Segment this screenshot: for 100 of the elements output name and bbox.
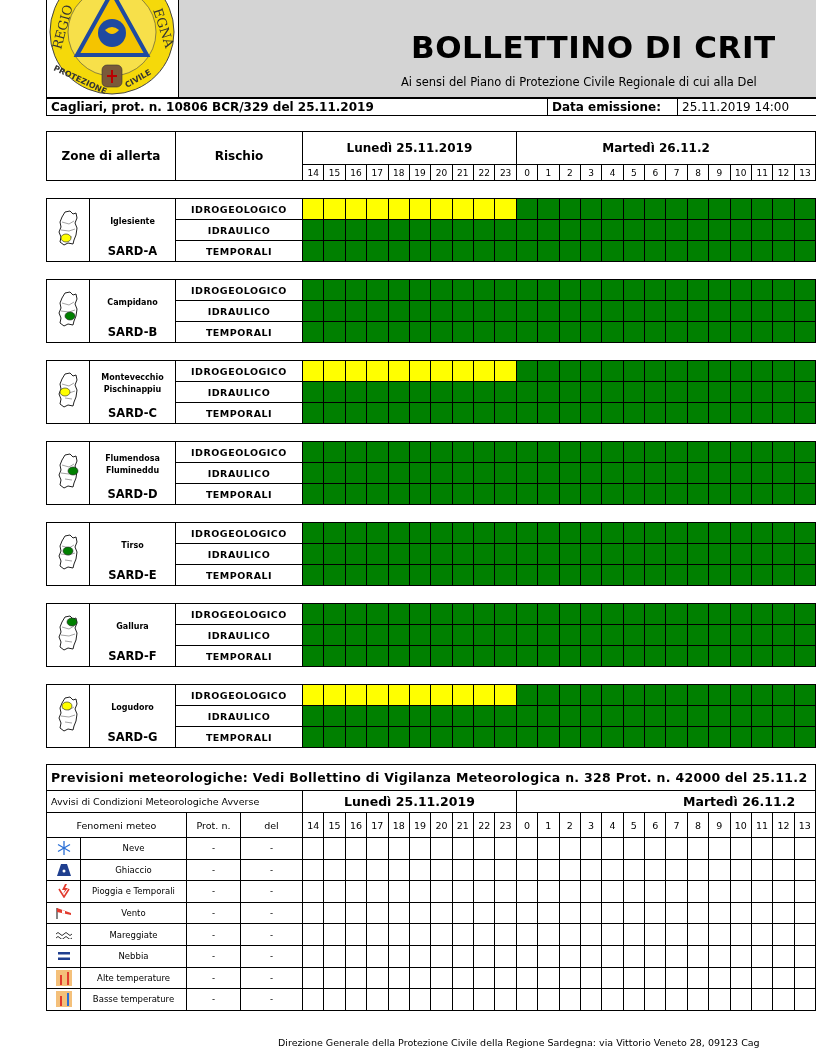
hour-heading: 9 bbox=[708, 164, 731, 181]
hour-heading: 5 bbox=[623, 164, 645, 181]
zone-code: SARD-F bbox=[108, 649, 157, 663]
hour-heading: 18 bbox=[388, 164, 410, 181]
risk-name: IDROGEOLOGICO bbox=[175, 198, 303, 220]
hour-heading: 19 bbox=[409, 812, 431, 838]
hour-heading: 6 bbox=[644, 812, 666, 838]
risk-name: TEMPORALI bbox=[175, 726, 303, 748]
phenomenon-name: Basse temperature bbox=[80, 988, 187, 1011]
hour-heading: 18 bbox=[388, 812, 410, 838]
risk-name: IDRAULICO bbox=[175, 300, 303, 322]
risk-name: IDRAULICO bbox=[175, 219, 303, 241]
zone-name: Tirso bbox=[120, 539, 145, 552]
hour-heading: 22 bbox=[473, 812, 495, 838]
protocol-text: Cagliari, prot. n. 10806 BCR/329 del 25.11.2019 bbox=[46, 98, 548, 116]
bulletin-title: BOLLETTINO DI CRIT bbox=[411, 29, 777, 65]
hour-heading: 21 bbox=[452, 164, 474, 181]
risk-name: IDRAULICO bbox=[175, 543, 303, 565]
hour-heading: 1 bbox=[537, 164, 560, 181]
phenomena-heading: Fenomeni meteo bbox=[46, 812, 187, 838]
hour-heading: 22 bbox=[473, 164, 495, 181]
zone-name: Montevecchio Pischinappiu bbox=[100, 372, 165, 395]
risk-name: IDROGEOLOGICO bbox=[175, 279, 303, 301]
date-value: - bbox=[240, 945, 303, 968]
hour-heading: 12 bbox=[772, 164, 795, 181]
phenomenon-name: Nebbia bbox=[80, 945, 187, 968]
date-value: - bbox=[240, 880, 303, 903]
risk-name: IDROGEOLOGICO bbox=[175, 360, 303, 382]
date-value: - bbox=[240, 902, 303, 924]
risk-name: TEMPORALI bbox=[175, 483, 303, 505]
zone-code: SARD-A bbox=[107, 244, 158, 258]
snowflake-icon bbox=[56, 841, 71, 856]
risk-name: IDRAULICO bbox=[175, 705, 303, 727]
region-map-icon bbox=[57, 372, 79, 408]
phenomenon-name: Neve bbox=[80, 837, 187, 860]
zone-code: SARD-G bbox=[107, 730, 158, 744]
hour-heading: 2 bbox=[559, 164, 581, 181]
waves-icon bbox=[55, 930, 72, 939]
region-map-icon bbox=[57, 453, 79, 489]
hour-heading: 17 bbox=[366, 164, 388, 181]
hour-heading: 4 bbox=[601, 164, 624, 181]
risk-name: IDRAULICO bbox=[175, 381, 303, 403]
hour-heading: 14 bbox=[302, 164, 324, 181]
protocol-value: - bbox=[186, 923, 241, 946]
date-value: - bbox=[240, 859, 303, 881]
hour-heading: 14 bbox=[302, 812, 324, 838]
weather-forecast-title: Previsioni meteorologiche: Vedi Bollettino di Vigilanza Meteorologica n. 328 Prot. n. 42000 del 25.11.2 bbox=[46, 764, 816, 791]
phenomenon-name: Alte temperature bbox=[80, 967, 187, 989]
risk-name: TEMPORALI bbox=[175, 402, 303, 424]
hour-heading: 15 bbox=[323, 164, 346, 181]
zone-code: SARD-B bbox=[107, 325, 158, 339]
hour-heading: 3 bbox=[580, 164, 602, 181]
date-value: - bbox=[240, 988, 303, 1011]
zone-name: Campidano bbox=[106, 296, 159, 309]
zone-code: SARD-E bbox=[108, 568, 157, 582]
hour-heading: 20 bbox=[430, 164, 453, 181]
protocol-value: - bbox=[186, 837, 241, 860]
day-heading: Lunedì 25.11.2019 bbox=[302, 790, 517, 813]
zone-code: SARD-C bbox=[108, 406, 157, 420]
hour-heading: 6 bbox=[644, 164, 666, 181]
risk-name: IDROGEOLOGICO bbox=[175, 441, 303, 463]
hour-heading: 10 bbox=[730, 164, 752, 181]
hour-heading: 8 bbox=[687, 812, 709, 838]
hour-heading: 4 bbox=[601, 812, 624, 838]
hour-heading: 16 bbox=[345, 812, 367, 838]
hour-heading: 7 bbox=[665, 812, 688, 838]
zone-name: Iglesiente bbox=[109, 215, 156, 228]
region-map-icon bbox=[57, 291, 79, 327]
region-map-icon bbox=[57, 210, 79, 246]
hour-heading: 0 bbox=[516, 812, 538, 838]
day-heading: Martedì 26.11.2 bbox=[516, 790, 816, 813]
hour-heading: 20 bbox=[430, 812, 453, 838]
zone-name: Logudoro bbox=[110, 701, 155, 714]
windsock-icon bbox=[55, 907, 72, 920]
hour-heading: 15 bbox=[323, 812, 346, 838]
hour-heading: 23 bbox=[494, 164, 517, 181]
hour-heading: 11 bbox=[751, 812, 773, 838]
day-heading: Lunedì 25.11.2019 bbox=[302, 131, 517, 165]
protocol-value: - bbox=[186, 859, 241, 881]
hour-heading: 11 bbox=[751, 164, 773, 181]
hour-heading: 19 bbox=[409, 164, 431, 181]
risk-name: IDRAULICO bbox=[175, 462, 303, 484]
hour-heading: 2 bbox=[559, 812, 581, 838]
region-map-icon bbox=[57, 696, 79, 732]
hour-heading: 1 bbox=[537, 812, 559, 838]
date-heading: del bbox=[240, 812, 303, 838]
risk-name: TEMPORALI bbox=[175, 321, 303, 343]
risk-name: TEMPORALI bbox=[175, 564, 303, 586]
region-map-icon bbox=[57, 534, 79, 570]
risk-column-heading: Rischio bbox=[175, 131, 303, 181]
zone-name: Gallura bbox=[115, 620, 150, 633]
zone-name: Flumendosa Flumineddu bbox=[104, 453, 161, 476]
hour-heading: 13 bbox=[794, 164, 816, 181]
bulletin-subtitle: Ai sensi del Piano di Protezione Civile Regionale di cui alla Del bbox=[401, 75, 758, 89]
risk-name: TEMPORALI bbox=[175, 645, 303, 667]
hour-heading: 17 bbox=[366, 812, 388, 838]
thermometer-icon bbox=[55, 969, 72, 986]
issue-date-label: Data emissione: bbox=[547, 98, 678, 116]
hour-heading: 10 bbox=[730, 812, 752, 838]
hour-heading: 16 bbox=[345, 164, 367, 181]
